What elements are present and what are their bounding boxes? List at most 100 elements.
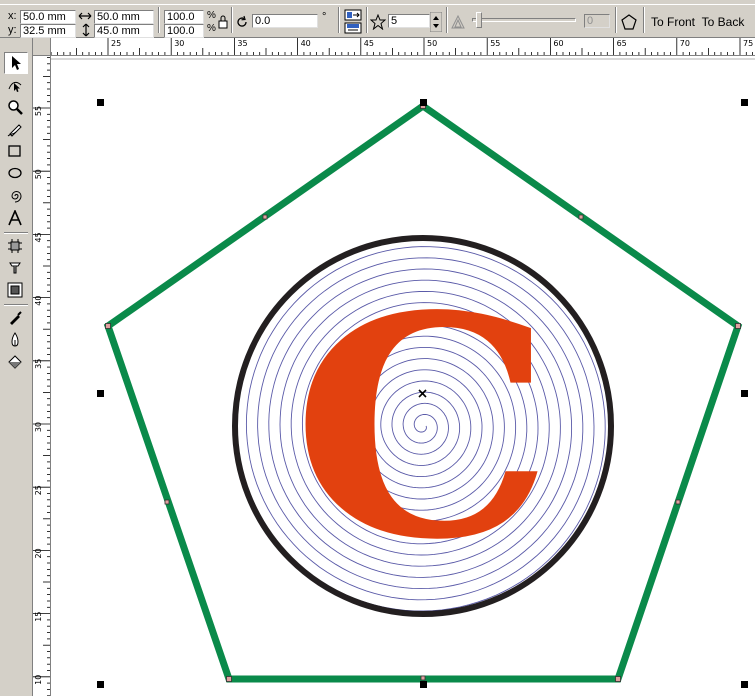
ruler-label: 55 bbox=[34, 106, 43, 116]
y-position-field[interactable]: 32.5 mm bbox=[20, 24, 76, 38]
rotation-angle-field[interactable]: 0.0 bbox=[252, 14, 318, 28]
horizontal-ruler-ticks: 25 30 35 40 45 50 55 60 65 70 75 bbox=[51, 38, 753, 55]
eyedropper-tool[interactable] bbox=[4, 258, 28, 280]
fill-tool[interactable] bbox=[4, 330, 28, 352]
ruler-label: 55 bbox=[490, 39, 500, 48]
shape-tool[interactable] bbox=[4, 75, 28, 97]
ellipse-icon bbox=[8, 167, 22, 179]
selection-handle-top[interactable] bbox=[420, 99, 427, 106]
ruler-label: 45 bbox=[34, 232, 43, 242]
node-handle[interactable] bbox=[105, 323, 111, 329]
degree-label: ° bbox=[322, 11, 327, 23]
text-tool[interactable] bbox=[4, 208, 28, 230]
node-handle[interactable] bbox=[262, 214, 268, 220]
ruler-label: 30 bbox=[174, 39, 184, 48]
sharpness-field[interactable]: 0 bbox=[584, 14, 610, 28]
toolbar-separator bbox=[338, 7, 340, 33]
node-handle[interactable] bbox=[735, 323, 741, 329]
convert-to-curves-icon[interactable] bbox=[620, 13, 638, 31]
x-label: x: bbox=[8, 10, 17, 22]
transparency-square-icon bbox=[7, 282, 23, 298]
letter-c-shape[interactable]: C bbox=[292, 249, 555, 606]
selection-handle-bottom-left[interactable] bbox=[97, 681, 104, 688]
selection-handle-right[interactable] bbox=[741, 390, 748, 397]
ruler-label: 35 bbox=[34, 359, 43, 369]
paint-bucket-icon bbox=[8, 355, 22, 369]
selection-handle-top-left[interactable] bbox=[97, 99, 104, 106]
rectangle-tool[interactable] bbox=[4, 141, 28, 163]
ruler-label: 50 bbox=[34, 169, 43, 179]
to-front-button[interactable]: To Front bbox=[650, 12, 696, 32]
percent-height-label: % bbox=[207, 23, 216, 34]
mirror-horizontal-icon[interactable] bbox=[344, 9, 362, 21]
pick-arrow-icon bbox=[12, 56, 21, 70]
lock-ratio-icon[interactable] bbox=[217, 15, 229, 29]
sharpness-slider-thumb[interactable] bbox=[476, 12, 482, 28]
mirror-vertical-icon[interactable] bbox=[344, 22, 362, 34]
interactive-fill-tool[interactable] bbox=[4, 280, 28, 302]
toolbar-separator bbox=[615, 7, 617, 33]
to-back-button[interactable]: To Back bbox=[700, 12, 746, 32]
sharpness-slider[interactable] bbox=[472, 18, 576, 22]
horizontal-ruler[interactable]: 25 30 35 40 45 50 55 60 65 70 75 bbox=[51, 38, 755, 56]
ruler-label: 65 bbox=[617, 39, 627, 48]
scale-width-field[interactable]: 100.0 bbox=[164, 10, 204, 24]
menu-strip-edge bbox=[0, 0, 755, 5]
ruler-label: 60 bbox=[553, 39, 563, 48]
zoom-tool[interactable] bbox=[4, 97, 28, 119]
percent-width-label: % bbox=[207, 10, 216, 21]
rotate-icon bbox=[235, 15, 249, 29]
toolbox bbox=[0, 38, 33, 696]
spiral-tool[interactable] bbox=[4, 186, 28, 208]
eyedropper-icon bbox=[9, 262, 21, 274]
interactive-fill-bucket-tool[interactable] bbox=[4, 352, 28, 374]
x-position-field[interactable]: 50.0 mm bbox=[20, 10, 76, 24]
ruler-origin[interactable] bbox=[33, 38, 51, 56]
toolbar-separator bbox=[158, 7, 160, 33]
node-handle[interactable] bbox=[226, 676, 232, 682]
height-field[interactable]: 45.0 mm bbox=[94, 24, 154, 38]
y-label: y: bbox=[8, 24, 17, 36]
selection-handle-bottom-right[interactable] bbox=[741, 681, 748, 688]
text-a-icon bbox=[8, 210, 22, 226]
freehand-tool[interactable] bbox=[4, 119, 28, 141]
selection-handle-bottom[interactable] bbox=[420, 681, 427, 688]
ruler-label: 40 bbox=[301, 39, 311, 48]
ruler-label: 35 bbox=[237, 39, 247, 48]
ellipse-tool[interactable] bbox=[4, 163, 28, 185]
toolbar-separator bbox=[446, 7, 448, 33]
ruler-label: 75 bbox=[743, 39, 753, 48]
toolbox-separator bbox=[4, 232, 28, 234]
drawing-canvas[interactable]: C bbox=[51, 56, 755, 696]
interactive-blend-tool[interactable] bbox=[4, 236, 28, 258]
vertical-ruler[interactable]: 55 50 45 40 35 30 25 20 15 10 bbox=[33, 56, 51, 696]
height-arrow-icon bbox=[80, 23, 92, 37]
pen-nib-icon bbox=[10, 311, 22, 325]
outline-tool[interactable] bbox=[4, 308, 28, 330]
ruler-label: 10 bbox=[34, 675, 43, 685]
width-field[interactable]: 50.0 mm bbox=[94, 10, 154, 24]
selection-handle-top-right[interactable] bbox=[741, 99, 748, 106]
sharpness-icon bbox=[450, 14, 466, 30]
node-handle[interactable] bbox=[615, 676, 621, 682]
polygon-points-field[interactable]: 5 bbox=[388, 14, 430, 28]
selection-handle-left[interactable] bbox=[97, 390, 104, 397]
width-arrow-icon bbox=[78, 10, 92, 22]
node-handle[interactable] bbox=[420, 675, 426, 681]
scale-height-field[interactable]: 100.0 bbox=[164, 24, 204, 38]
toolbar-separator bbox=[231, 7, 233, 33]
drawing-area[interactable]: C bbox=[51, 56, 755, 696]
node-handle[interactable] bbox=[675, 499, 681, 505]
ruler-label: 70 bbox=[680, 39, 690, 48]
toolbox-separator bbox=[4, 304, 28, 306]
pick-tool[interactable] bbox=[4, 52, 28, 74]
property-bar: x: 50.0 mm y: 32.5 mm 50.0 mm 45.0 mm 10… bbox=[0, 0, 755, 38]
blend-icon bbox=[8, 239, 22, 253]
points-spinner-icon[interactable] bbox=[429, 11, 443, 33]
toolbar-separator bbox=[643, 7, 645, 33]
node-handle[interactable] bbox=[578, 214, 584, 220]
star-icon bbox=[369, 13, 387, 31]
node-handle[interactable] bbox=[164, 499, 170, 505]
ruler-label: 20 bbox=[34, 548, 43, 558]
vertical-ruler-ticks: 55 50 45 40 35 30 25 20 15 10 bbox=[33, 56, 50, 696]
